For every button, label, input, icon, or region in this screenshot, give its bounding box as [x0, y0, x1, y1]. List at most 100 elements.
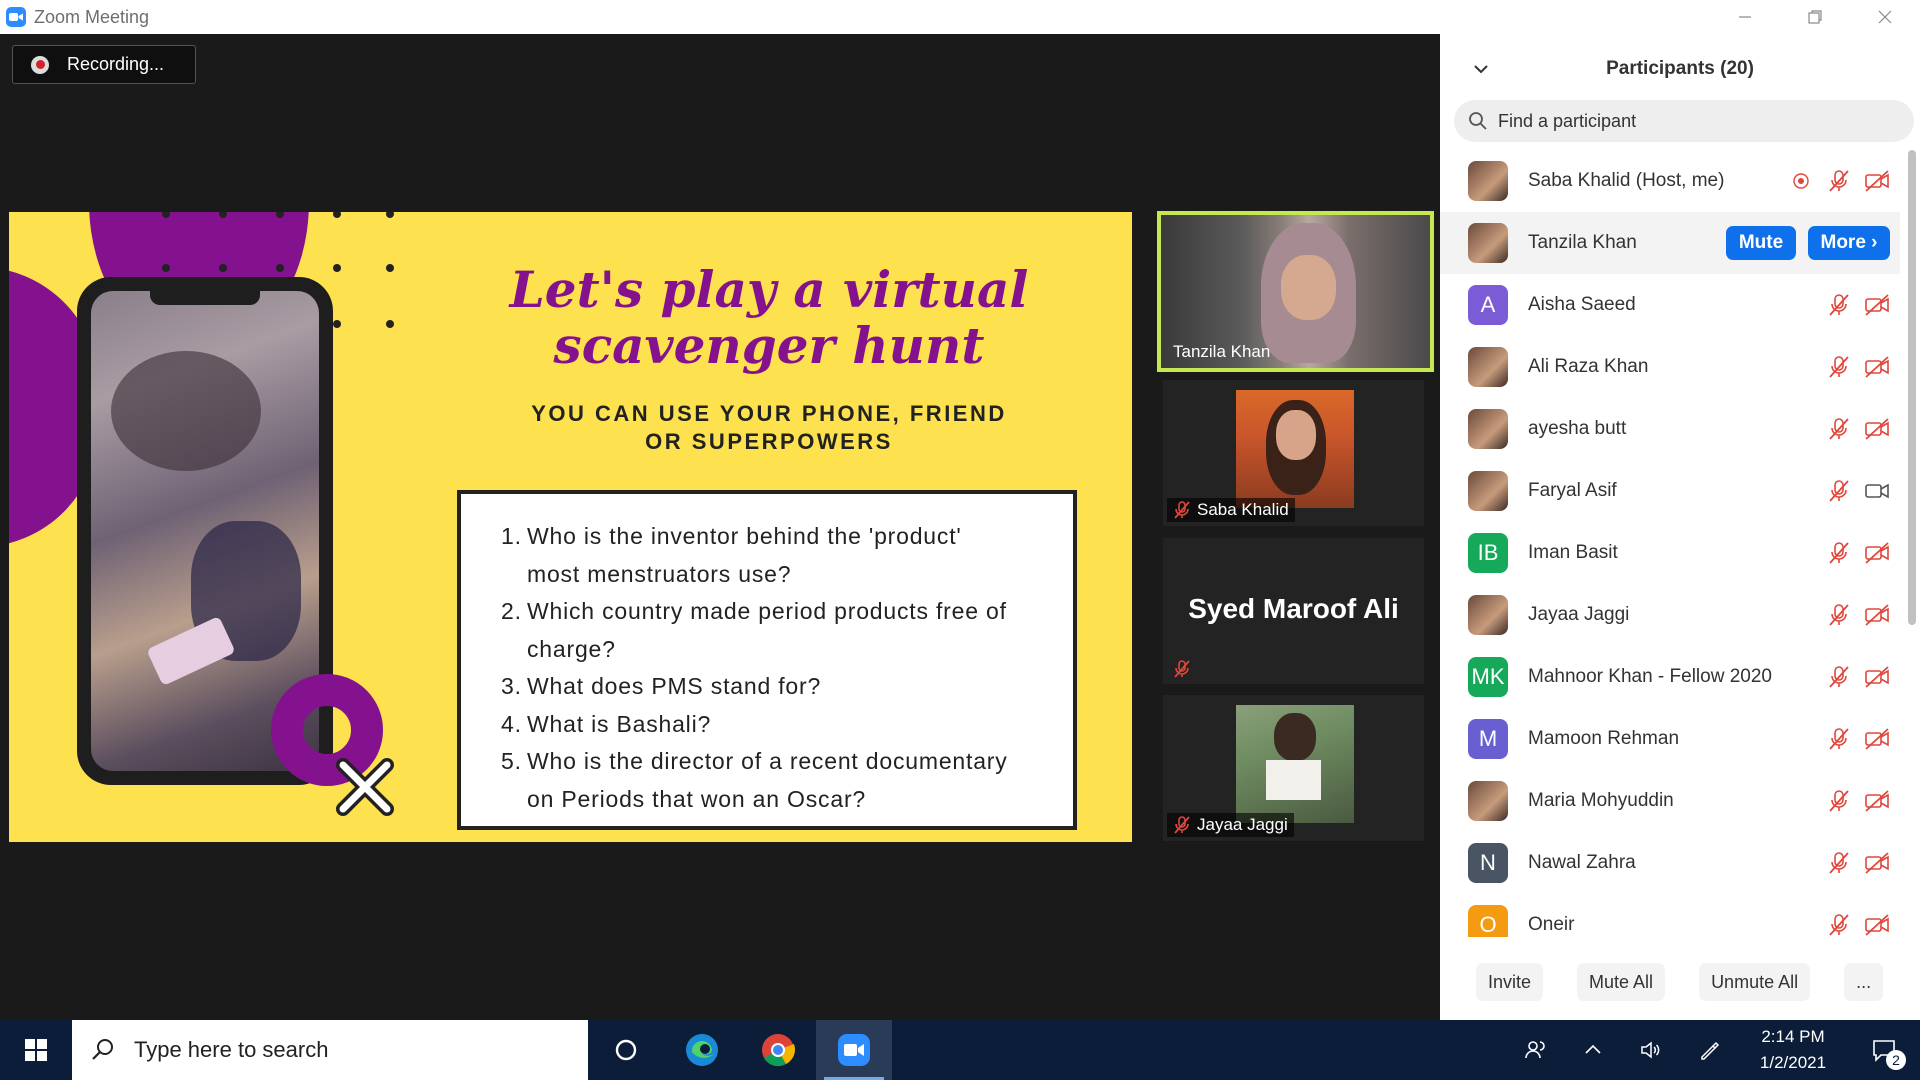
- more-participant-button[interactable]: More ›: [1808, 226, 1890, 260]
- mic-status[interactable]: [1826, 912, 1852, 937]
- zoom-taskbar-button[interactable]: [816, 1020, 892, 1080]
- mic-status[interactable]: [1826, 726, 1852, 752]
- system-clock[interactable]: 2:14 PM 1/2/2021: [1738, 1024, 1848, 1076]
- mic-status[interactable]: [1826, 788, 1852, 814]
- mute-all-button[interactable]: Mute All: [1577, 963, 1666, 1001]
- restore-button[interactable]: [1780, 0, 1850, 34]
- recording-indicator[interactable]: Recording...: [12, 45, 196, 84]
- participant-actions: [1826, 646, 1890, 708]
- video-status[interactable]: [1864, 602, 1890, 628]
- participant-row[interactable]: N Nawal Zahra: [1440, 832, 1900, 894]
- muted-mic-icon: [1829, 914, 1849, 936]
- participant-search-input[interactable]: [1498, 110, 1878, 132]
- participant-name: Mamoon Rehman: [1528, 728, 1680, 749]
- video-status[interactable]: [1864, 478, 1890, 504]
- window-title: Zoom Meeting: [34, 6, 150, 27]
- video-off-icon: [1865, 790, 1889, 812]
- mic-status[interactable]: [1826, 602, 1852, 628]
- tile-name-tag: Jayaa Jaggi: [1167, 813, 1294, 837]
- minimize-button[interactable]: [1710, 0, 1780, 34]
- participant-row[interactable]: O Oneir: [1440, 894, 1900, 937]
- participant-row[interactable]: MK Mahnoor Khan - Fellow 2020: [1440, 646, 1900, 708]
- video-status[interactable]: [1864, 416, 1890, 442]
- participant-row[interactable]: Jayaa Jaggi: [1440, 584, 1900, 646]
- question-number: 3.: [501, 673, 522, 699]
- video-tile[interactable]: Syed Maroof Ali: [1163, 538, 1424, 684]
- chevron-down-icon[interactable]: [1472, 60, 1490, 78]
- taskbar-search-placeholder: Type here to search: [134, 1037, 329, 1062]
- participant-list: Saba Khalid (Host, me) Tanzila Khan Mute Mo…: [1440, 150, 1900, 937]
- people-button[interactable]: [1506, 1020, 1564, 1080]
- clock-date: 1/2/2021: [1759, 1053, 1827, 1072]
- recording-label: Recording...: [67, 54, 165, 74]
- invite-button[interactable]: Invite: [1476, 963, 1544, 1001]
- participant-row[interactable]: ayesha butt: [1440, 398, 1900, 460]
- question-box: 1. Who is the inventor behind the 'produc…: [457, 490, 1077, 830]
- participant-actions: [1826, 832, 1890, 894]
- tile-name: Saba Khalid: [1197, 500, 1289, 519]
- recording-status-icon: [1793, 173, 1809, 189]
- participant-row[interactable]: Ali Raza Khan: [1440, 336, 1900, 398]
- video-tile-active[interactable]: Tanzila Khan: [1157, 211, 1434, 372]
- mute-participant-button[interactable]: Mute: [1726, 226, 1796, 260]
- more-options-button[interactable]: ...: [1844, 963, 1884, 1001]
- slide-subtitle-line-2: OR SUPERPOWERS: [645, 429, 893, 454]
- mic-status[interactable]: [1826, 850, 1852, 876]
- video-status[interactable]: [1864, 788, 1890, 814]
- tile-name-tag: Tanzila Khan: [1167, 340, 1276, 364]
- video-status[interactable]: [1864, 850, 1890, 876]
- participant-actions: Mute More ›: [1726, 212, 1890, 274]
- video-status[interactable]: [1864, 168, 1890, 194]
- pen-workspace-button[interactable]: [1680, 1020, 1738, 1080]
- muted-mic-icon: [1174, 816, 1190, 834]
- video-tile[interactable]: Jayaa Jaggi: [1163, 695, 1424, 841]
- question-text: charge?: [527, 635, 616, 662]
- taskbar-search-box[interactable]: Type here to search: [72, 1020, 588, 1080]
- video-status[interactable]: [1864, 292, 1890, 318]
- search-icon: [92, 1039, 113, 1060]
- participant-name: Maria Mohyuddin: [1528, 790, 1674, 811]
- video-tile[interactable]: Saba Khalid: [1163, 380, 1424, 526]
- mic-status[interactable]: [1826, 292, 1852, 318]
- slide-title: Let's play a virtual scavenger hunt: [479, 262, 1059, 374]
- scrollbar-thumb[interactable]: [1908, 150, 1916, 625]
- participant-list-scrollbar[interactable]: [1906, 150, 1916, 937]
- participant-row[interactable]: Saba Khalid (Host, me): [1440, 150, 1900, 212]
- mic-status[interactable]: [1826, 664, 1852, 690]
- question-text: Which country made period products free …: [527, 598, 1007, 624]
- tile-name-tag: Saba Khalid: [1167, 498, 1295, 522]
- question-item: 4. What is Bashali?: [501, 706, 1055, 744]
- mic-status[interactable]: [1826, 540, 1852, 566]
- action-center-button[interactable]: 2: [1848, 1020, 1920, 1080]
- participant-actions: [1826, 398, 1890, 460]
- participant-row[interactable]: IB Iman Basit: [1440, 522, 1900, 584]
- participant-row[interactable]: Tanzila Khan Mute More ›: [1440, 212, 1900, 274]
- mic-status[interactable]: [1826, 416, 1852, 442]
- tile-participant-name: Syed Maroof Ali: [1188, 593, 1399, 624]
- participant-row[interactable]: M Mamoon Rehman: [1440, 708, 1900, 770]
- video-status[interactable]: [1864, 912, 1890, 937]
- chrome-taskbar-button[interactable]: [740, 1020, 816, 1080]
- start-button[interactable]: [0, 1020, 72, 1080]
- participant-name: Faryal Asif: [1528, 480, 1617, 501]
- edge-taskbar-button[interactable]: [664, 1020, 740, 1080]
- close-button[interactable]: [1850, 0, 1920, 34]
- mic-status[interactable]: [1826, 168, 1852, 194]
- show-hidden-icons-button[interactable]: [1564, 1020, 1622, 1080]
- question-text: on Periods that won an Oscar?: [527, 785, 866, 812]
- video-status[interactable]: [1864, 664, 1890, 690]
- video-status[interactable]: [1864, 540, 1890, 566]
- mic-status[interactable]: [1826, 354, 1852, 380]
- participant-row[interactable]: A Aisha Saeed: [1440, 274, 1900, 336]
- video-status[interactable]: [1864, 354, 1890, 380]
- task-view-button[interactable]: [588, 1020, 664, 1080]
- participant-name: Ali Raza Khan: [1528, 356, 1649, 377]
- question-text: What is Bashali?: [527, 710, 712, 737]
- mic-status[interactable]: [1826, 478, 1852, 504]
- participant-row[interactable]: Maria Mohyuddin: [1440, 770, 1900, 832]
- participant-row[interactable]: Faryal Asif: [1440, 460, 1900, 522]
- video-status[interactable]: [1864, 726, 1890, 752]
- participant-search[interactable]: [1454, 100, 1914, 142]
- unmute-all-button[interactable]: Unmute All: [1699, 963, 1811, 1001]
- volume-button[interactable]: [1622, 1020, 1680, 1080]
